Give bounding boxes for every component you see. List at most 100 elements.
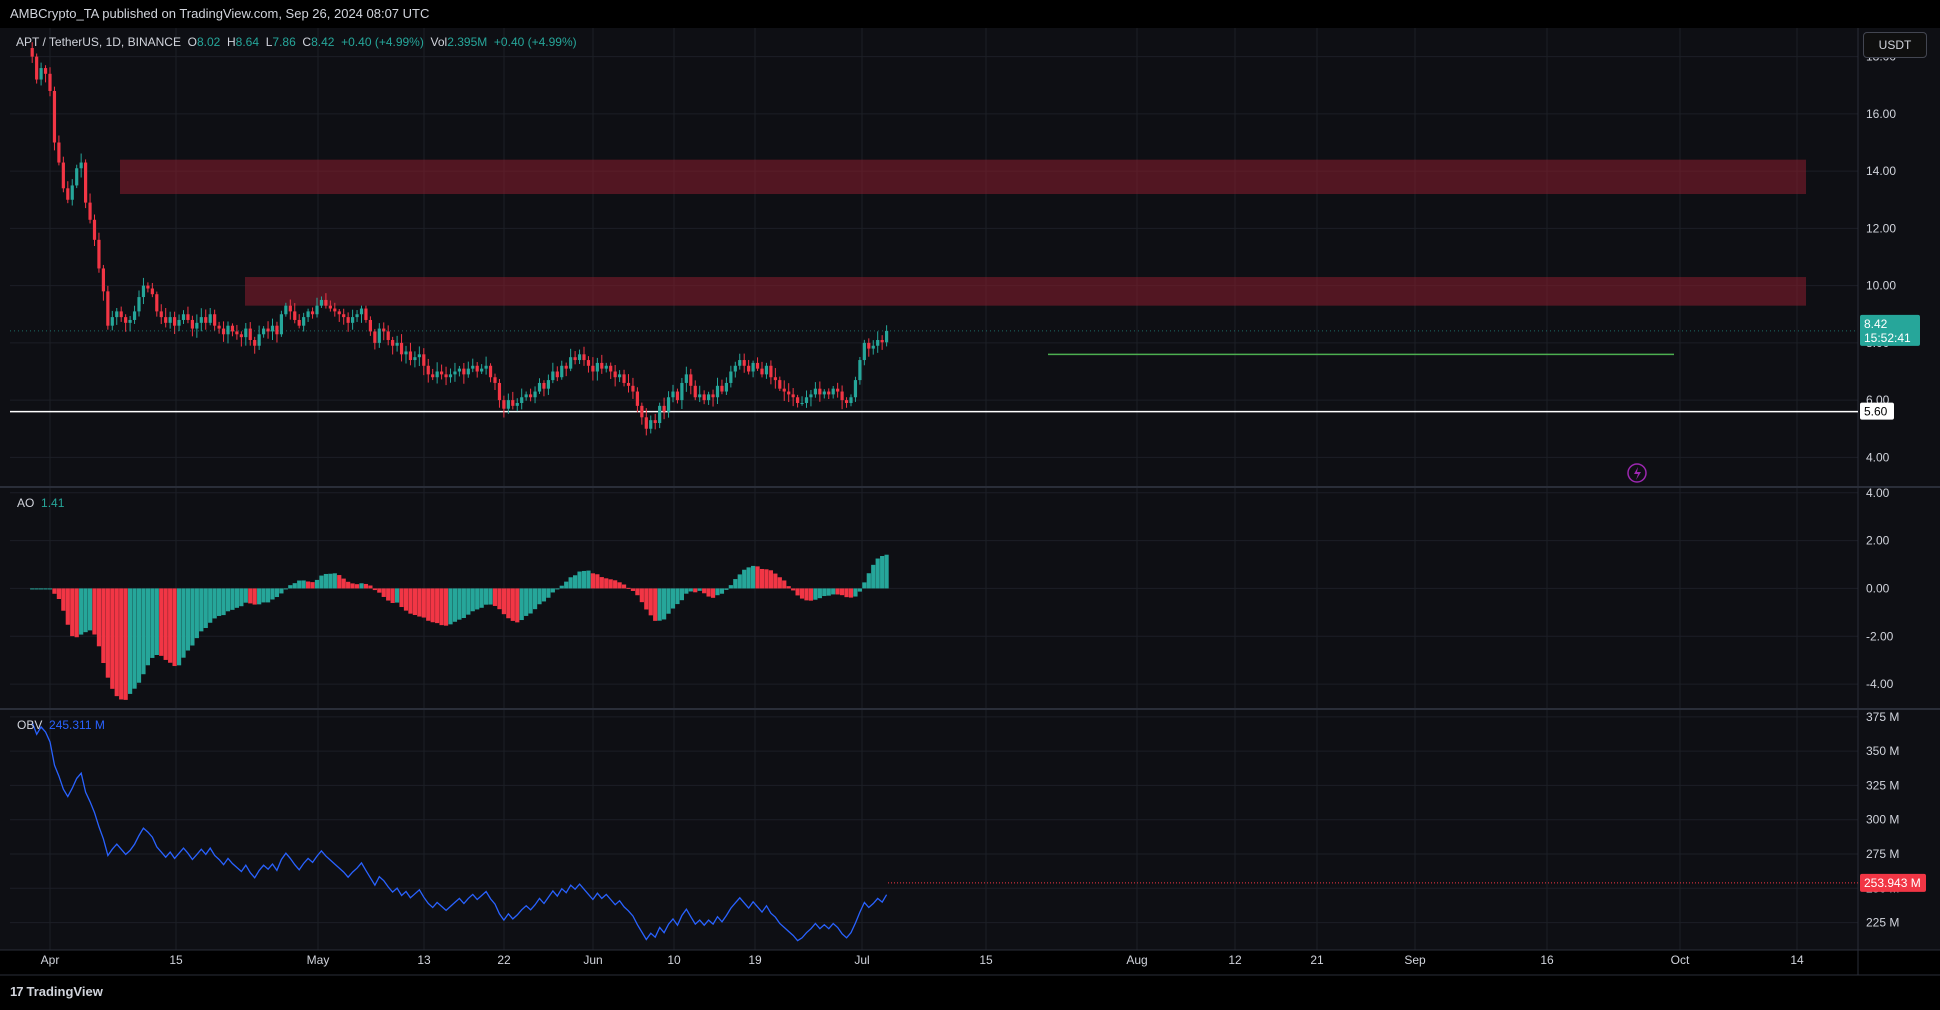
ao-bar	[217, 588, 222, 616]
vol-change-value: +0.40 (+4.99%)	[493, 35, 577, 49]
candle-body	[707, 394, 711, 401]
ao-bar	[328, 573, 333, 589]
ao-bar	[239, 588, 244, 607]
ao-bar	[141, 588, 146, 675]
candle-body	[804, 397, 809, 403]
ao-bar	[515, 588, 520, 623]
candle-body	[542, 382, 546, 389]
candle-body	[618, 374, 622, 378]
candle-body	[600, 362, 604, 369]
candle-body	[346, 317, 350, 323]
ao-bar	[123, 588, 128, 700]
ao-bar	[185, 588, 191, 651]
ao-bar	[848, 588, 854, 598]
ao-bar	[377, 588, 382, 593]
price-tick-label: 10.00	[1866, 279, 1896, 293]
time-tick-label: 22	[497, 953, 511, 967]
candle-body	[333, 308, 337, 312]
ao-bar	[261, 588, 266, 603]
ao-bar	[573, 575, 578, 589]
ao-bar	[176, 588, 182, 666]
ao-bar	[83, 588, 88, 633]
ao-bar	[777, 577, 782, 589]
candle-body	[48, 73, 52, 91]
candle-body	[213, 314, 217, 326]
ao-bar	[537, 588, 542, 605]
candle-body	[787, 391, 791, 395]
ao-bar	[194, 588, 199, 639]
ao-bar	[341, 578, 346, 589]
candle-body	[849, 397, 853, 403]
ao-bar	[875, 558, 880, 589]
ao-bar	[319, 575, 324, 589]
candle-body	[453, 371, 457, 375]
candle-body	[386, 331, 390, 341]
ao-bar	[840, 588, 845, 596]
low-value: 7.86	[272, 35, 296, 49]
candle-body	[110, 317, 114, 326]
close-label: C	[302, 35, 312, 49]
ao-bar	[172, 588, 177, 667]
obv-label: OBV	[17, 718, 43, 732]
obv-legend[interactable]: OBV 245.311 M	[17, 718, 105, 732]
tradingview-logo[interactable]: 17 TradingView	[10, 984, 103, 999]
ao-bar	[577, 571, 582, 589]
ao-bar	[310, 582, 315, 589]
ao-bar	[457, 588, 462, 620]
candle-body	[809, 394, 813, 398]
candle-body	[511, 400, 515, 406]
ao-bar	[599, 577, 604, 589]
ao-bar	[159, 588, 164, 656]
ao-tick-label: 0.00	[1866, 581, 1890, 595]
time-tick-label: 21	[1310, 953, 1324, 967]
ao-bar	[288, 585, 293, 589]
ao-bar	[857, 588, 862, 592]
tradingview-mark-icon: 17	[10, 984, 24, 999]
ao-tick-label: 4.00	[1866, 486, 1890, 500]
ao-bar	[350, 583, 355, 589]
ao-bar	[808, 588, 814, 601]
ao-bar	[755, 566, 760, 589]
currency-button[interactable]: USDT	[1863, 32, 1927, 58]
candle-body	[457, 368, 461, 372]
symbol-title[interactable]: APT / TetherUS, 1D, BINANCE	[16, 35, 181, 49]
candle-body	[30, 48, 34, 57]
candle-body	[75, 168, 79, 186]
candle-body	[488, 365, 493, 378]
candle-body	[631, 385, 635, 392]
candle-body	[493, 377, 497, 383]
candle-body	[582, 354, 586, 361]
candle-body	[649, 420, 653, 429]
candle-body	[733, 365, 737, 372]
ao-bar	[56, 588, 61, 599]
candle-body	[284, 305, 288, 315]
candle-body	[226, 325, 230, 335]
candle-body	[79, 162, 83, 169]
candle-body	[373, 331, 377, 343]
time-tick-label: 14	[1790, 953, 1804, 967]
candle-body	[796, 397, 800, 403]
candle-body	[190, 319, 194, 329]
candle-body	[324, 299, 328, 306]
ao-bar	[403, 588, 409, 611]
ao-bar	[604, 578, 609, 589]
ao-value: 1.41	[41, 496, 65, 510]
ao-bar	[390, 588, 395, 603]
ao-bar	[786, 586, 791, 589]
ao-bar	[52, 588, 57, 594]
time-tick-label: 13	[417, 953, 431, 967]
ao-bar	[248, 588, 253, 604]
candle-body	[70, 185, 74, 200]
candle-body	[208, 314, 212, 323]
candle-body	[306, 311, 310, 318]
obv-tick-label: 225 M	[1866, 916, 1899, 930]
candle-body	[155, 294, 159, 312]
ao-bar	[666, 588, 671, 614]
ao-bar	[417, 588, 422, 617]
candle-body	[61, 162, 65, 189]
ao-legend[interactable]: AO 1.41	[17, 496, 64, 510]
time-tick-label: Aug	[1126, 953, 1147, 967]
time-tick-label: 15	[169, 953, 183, 967]
obv-tick-label: 325 M	[1866, 778, 1899, 792]
candle-body	[119, 311, 123, 318]
